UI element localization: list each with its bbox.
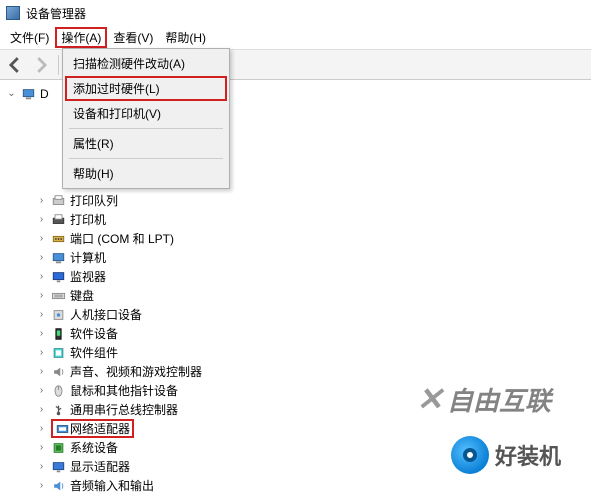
printer-queue-icon	[51, 194, 66, 208]
chevron-right-icon[interactable]: ›	[36, 480, 47, 491]
chevron-right-icon[interactable]: ›	[36, 461, 47, 472]
window-title: 设备管理器	[26, 5, 86, 22]
printer-icon	[51, 213, 66, 227]
tree-item-label: 通用串行总线控制器	[70, 401, 178, 418]
action-dropdown: 扫描检测硬件改动(A) 添加过时硬件(L) 设备和打印机(V) 属性(R) 帮助…	[62, 48, 230, 189]
chevron-right-icon[interactable]: ›	[36, 271, 47, 282]
tree-item-label: 人机接口设备	[70, 306, 142, 323]
app-icon	[6, 6, 20, 20]
tree-item-label: 音频输入和输出	[70, 477, 154, 494]
watermark-logo-icon	[451, 436, 489, 474]
computer-icon	[51, 251, 66, 265]
highlight-box: 网络适配器	[51, 419, 134, 438]
dropdown-devices[interactable]: 设备和打印机(V)	[65, 101, 227, 126]
title-bar: 设备管理器	[0, 0, 591, 26]
computer-icon	[21, 87, 36, 101]
watermark-1: ✕ 自由互联	[416, 380, 551, 418]
x-icon: ✕	[416, 380, 443, 418]
dropdown-separator	[69, 128, 223, 129]
chevron-right-icon[interactable]: ›	[36, 423, 47, 434]
keyboard-icon	[51, 289, 66, 303]
chevron-right-icon[interactable]: ›	[36, 252, 47, 263]
dropdown-properties[interactable]: 属性(R)	[65, 131, 227, 156]
tree-item-label: 打印机	[70, 211, 106, 228]
tree-item[interactable]: › 打印机	[6, 210, 591, 229]
chevron-right-icon[interactable]: ›	[36, 195, 47, 206]
tree-item-label: 鼠标和其他指针设备	[70, 382, 178, 399]
hid-icon	[51, 308, 66, 322]
toolbar-separator	[58, 55, 59, 75]
audio-icon	[51, 365, 66, 379]
component-icon	[51, 346, 66, 360]
tree-item[interactable]: › 音频输入和输出	[6, 476, 591, 495]
chevron-right-icon[interactable]: ›	[36, 404, 47, 415]
software-icon	[51, 327, 66, 341]
forward-button[interactable]	[30, 54, 52, 76]
tree-item[interactable]: › 计算机	[6, 248, 591, 267]
system-icon	[51, 441, 66, 455]
chevron-right-icon[interactable]: ›	[36, 309, 47, 320]
chevron-right-icon[interactable]: ›	[36, 233, 47, 244]
tree-item[interactable]: › 打印队列	[6, 191, 591, 210]
monitor-icon	[51, 270, 66, 284]
menu-bar: 文件(F) 操作(A) 查看(V) 帮助(H)	[0, 26, 591, 50]
chevron-right-icon[interactable]: ›	[36, 347, 47, 358]
tree-item[interactable]: › 监视器	[6, 267, 591, 286]
tree-item-label: 计算机	[70, 249, 106, 266]
tree-item-label: 键盘	[70, 287, 94, 304]
dropdown-add-legacy[interactable]: 添加过时硬件(L)	[65, 76, 227, 101]
watermark-1-text: 自由互联	[447, 381, 551, 418]
expander-icon[interactable]: ⌄	[6, 88, 17, 99]
tree-item-label: 软件组件	[70, 344, 118, 361]
network-icon	[55, 422, 70, 436]
chevron-right-icon[interactable]: ›	[36, 385, 47, 396]
menu-view[interactable]: 查看(V)	[107, 27, 159, 48]
chevron-right-icon[interactable]: ›	[36, 214, 47, 225]
menu-file[interactable]: 文件(F)	[4, 27, 55, 48]
dropdown-scan[interactable]: 扫描检测硬件改动(A)	[65, 51, 227, 76]
tree-item-label: 声音、视频和游戏控制器	[70, 363, 202, 380]
chevron-right-icon[interactable]: ›	[36, 366, 47, 377]
tree-root-label: D	[40, 87, 49, 101]
tree-item-label: 显示适配器	[70, 458, 130, 475]
tree-item-label: 软件设备	[70, 325, 118, 342]
tree-item-label: 系统设备	[70, 439, 118, 456]
chevron-right-icon[interactable]: ›	[36, 442, 47, 453]
tree-item[interactable]: › 声音、视频和游戏控制器	[6, 362, 591, 381]
watermark-2: 好装机	[451, 436, 561, 474]
back-button[interactable]	[4, 54, 26, 76]
tree-item-label: 打印队列	[70, 192, 118, 209]
tree-item[interactable]: › 人机接口设备	[6, 305, 591, 324]
usb-icon	[51, 403, 66, 417]
dropdown-help[interactable]: 帮助(H)	[65, 161, 227, 186]
port-icon	[51, 232, 66, 246]
tree-item[interactable]: › 键盘	[6, 286, 591, 305]
tree-item[interactable]: › 软件组件	[6, 343, 591, 362]
tree-item[interactable]: › 软件设备	[6, 324, 591, 343]
menu-help[interactable]: 帮助(H)	[159, 27, 212, 48]
mouse-icon	[51, 384, 66, 398]
menu-action[interactable]: 操作(A)	[55, 27, 107, 48]
dropdown-separator	[69, 158, 223, 159]
tree-item[interactable]: › 端口 (COM 和 LPT)	[6, 229, 591, 248]
display-icon	[51, 460, 66, 474]
chevron-right-icon[interactable]: ›	[36, 290, 47, 301]
watermark-2-text: 好装机	[495, 444, 561, 469]
tree-item-label: 端口 (COM 和 LPT)	[70, 230, 174, 247]
chevron-right-icon[interactable]: ›	[36, 328, 47, 339]
audio-io-icon	[51, 479, 66, 493]
tree-item-label: 监视器	[70, 268, 106, 285]
tree-item-label: 网络适配器	[70, 420, 130, 437]
